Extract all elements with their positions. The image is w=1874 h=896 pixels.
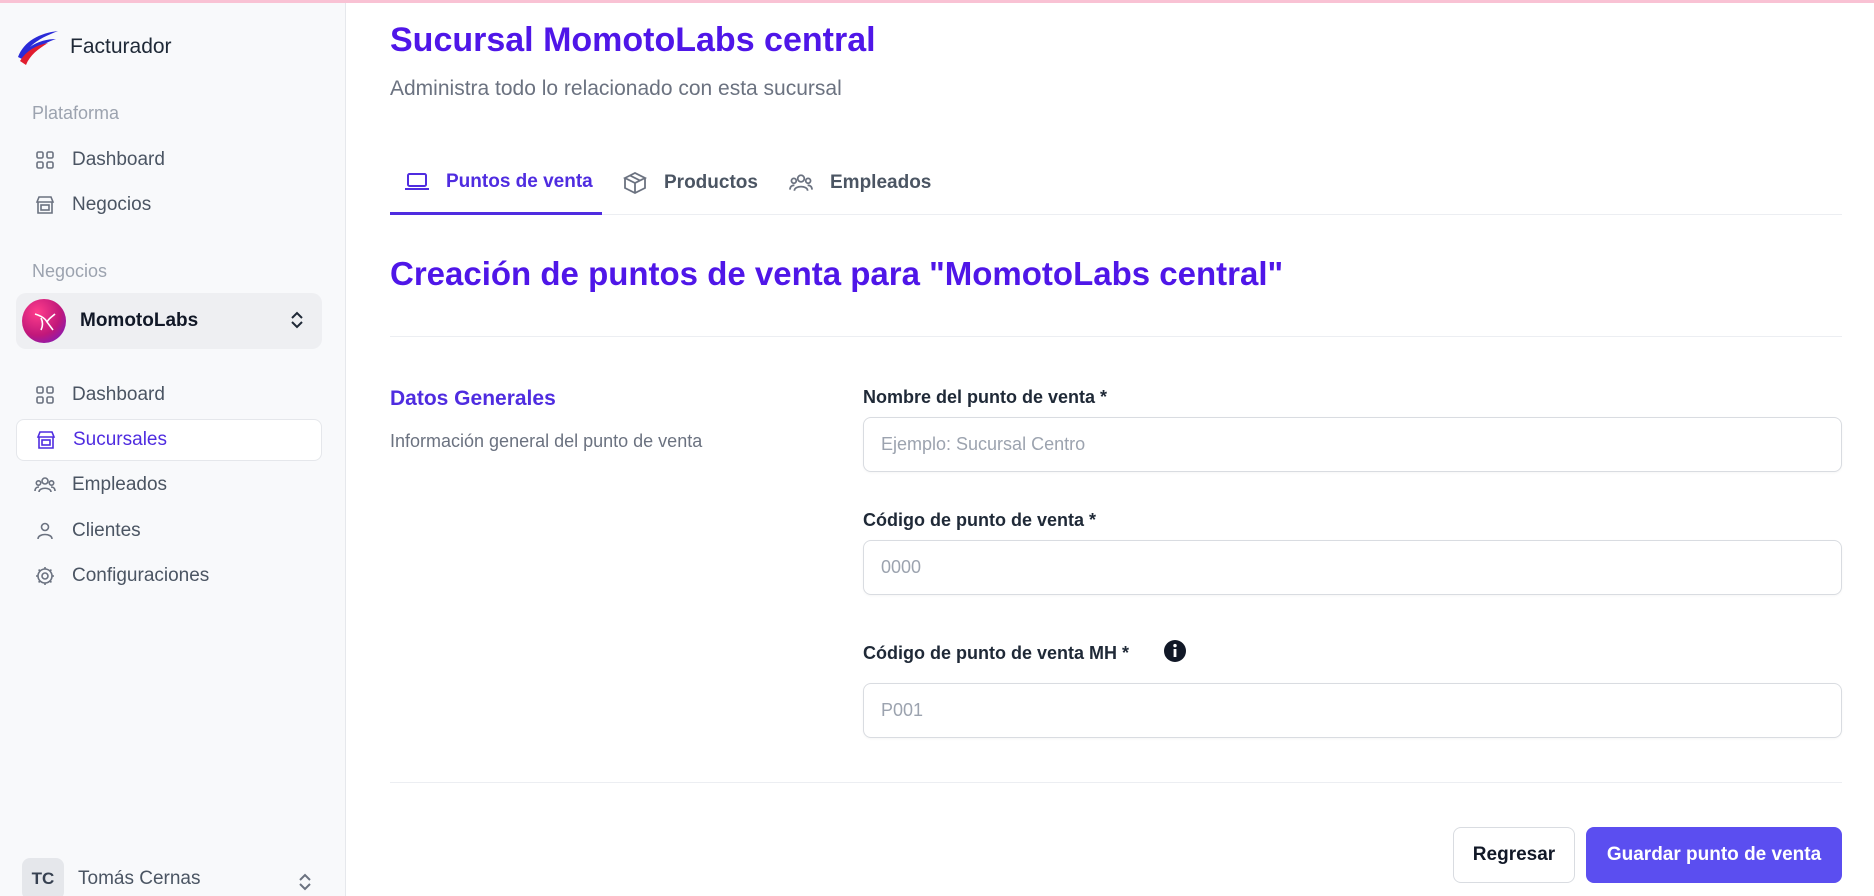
mh-code-field[interactable] xyxy=(863,683,1842,738)
sidebar-item-label: Clientes xyxy=(72,520,141,541)
sidebar-item-configuraciones[interactable]: Configuraciones xyxy=(16,555,322,597)
tab-label: Puntos de venta xyxy=(446,170,593,192)
section-title: Datos Generales xyxy=(390,387,556,410)
info-icon[interactable] xyxy=(1162,638,1188,664)
box-icon xyxy=(622,169,650,197)
laptop-icon xyxy=(404,168,432,196)
sidebar-item-dashboard[interactable]: Dashboard xyxy=(16,374,322,416)
code-field-label: Código de punto de venta * xyxy=(863,510,1096,530)
sidebar-item-label: Negocios xyxy=(72,194,152,215)
chevron-up-down-icon xyxy=(291,311,303,329)
sidebar-item-label: Configuraciones xyxy=(72,565,210,586)
divider xyxy=(390,782,1842,783)
grid-icon xyxy=(34,149,56,171)
tab-empleados[interactable]: Empleados xyxy=(788,151,931,215)
tab-label: Empleados xyxy=(830,172,932,193)
form-title: Creación de puntos de venta para "Momoto… xyxy=(390,255,1284,292)
sidebar-item-platform-negocios[interactable]: Negocios xyxy=(16,184,322,226)
sidebar-item-label: Empleados xyxy=(72,474,168,495)
users-icon xyxy=(788,169,816,197)
business-selector[interactable]: MomotoLabs xyxy=(16,293,322,349)
page-subtitle: Administra todo lo relacionado con esta … xyxy=(390,77,842,100)
tab-bar: Puntos de venta Productos Empleados xyxy=(390,151,1842,215)
mh-code-field-label: Código de punto de venta MH * xyxy=(863,643,1129,663)
app-name: Facturador xyxy=(70,35,172,58)
store-icon xyxy=(35,429,57,451)
sidebar-item-platform-dashboard[interactable]: Dashboard xyxy=(16,139,322,181)
facturador-logo-icon xyxy=(18,31,58,65)
store-icon xyxy=(34,194,56,216)
back-button[interactable]: Regresar xyxy=(1453,827,1575,883)
user-name: Tomás Cernas xyxy=(78,868,201,889)
brand[interactable]: Facturador xyxy=(14,27,172,67)
chevron-up-down-icon xyxy=(299,873,311,891)
sidebar: Facturador Plataforma Dashboard Negocios… xyxy=(0,3,346,896)
avatar: TC xyxy=(22,858,64,896)
divider xyxy=(390,336,1842,337)
hummingbird-icon xyxy=(34,313,56,331)
user-menu[interactable]: TC Tomás Cernas xyxy=(22,858,312,896)
section-description: Información general del punto de venta xyxy=(390,431,703,451)
users-icon xyxy=(34,474,56,496)
sidebar-item-label: Sucursales xyxy=(73,429,167,450)
grid-icon xyxy=(34,384,56,406)
name-field-label: Nombre del punto de venta * xyxy=(863,387,1108,407)
gear-icon xyxy=(34,565,56,587)
business-name: MomotoLabs xyxy=(80,310,199,331)
sidebar-item-sucursales[interactable]: Sucursales xyxy=(16,419,322,461)
code-field[interactable] xyxy=(863,540,1842,595)
business-section-title: Negocios xyxy=(32,261,108,281)
save-button[interactable]: Guardar punto de venta xyxy=(1586,827,1842,883)
tab-puntos-de-venta[interactable]: Puntos de venta xyxy=(390,151,602,215)
sidebar-item-empleados[interactable]: Empleados xyxy=(16,464,322,506)
name-field[interactable] xyxy=(863,417,1842,472)
sidebar-item-clientes[interactable]: Clientes xyxy=(16,510,322,552)
user-icon xyxy=(34,520,56,542)
business-avatar xyxy=(22,299,66,343)
sidebar-item-label: Dashboard xyxy=(72,384,165,405)
page-title: Sucursal MomotoLabs central xyxy=(390,21,876,59)
sidebar-item-label: Dashboard xyxy=(72,149,165,170)
platform-section-title: Plataforma xyxy=(32,103,120,123)
tab-productos[interactable]: Productos xyxy=(622,151,758,215)
tab-label: Productos xyxy=(664,172,758,193)
